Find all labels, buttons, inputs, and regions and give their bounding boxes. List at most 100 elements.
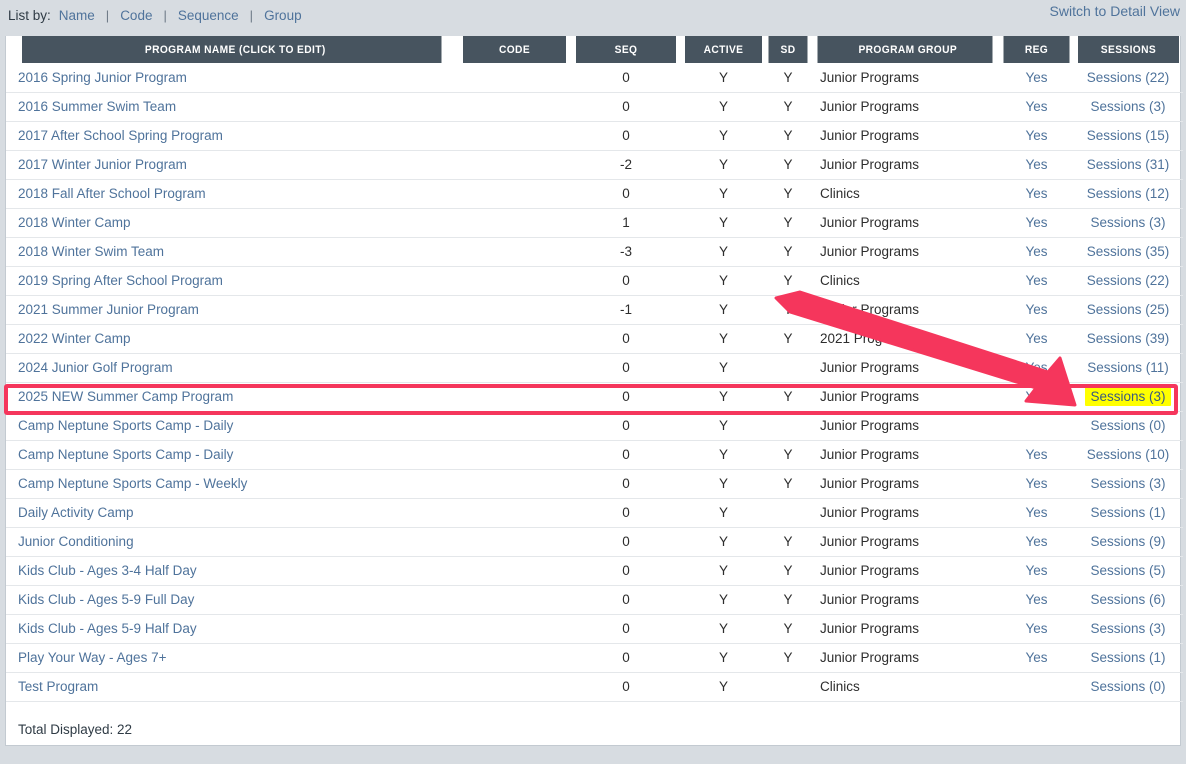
table-row[interactable]: Camp Neptune Sports Camp - Daily 0 Y Y Junio…: [6, 440, 1183, 470]
program-name-link[interactable]: Play Your Way - Ages 7+: [18, 650, 166, 665]
column-header-program-name[interactable]: PROGRAM NAME (CLICK TO EDIT): [21, 36, 444, 63]
table-row[interactable]: 2017 Winter Junior Program -2 Y Y Junior Pro…: [6, 150, 1183, 180]
column-header-sessions[interactable]: SESSIONS: [1076, 36, 1180, 63]
sessions-link[interactable]: Sessions (5): [1090, 563, 1165, 578]
sessions-link[interactable]: Sessions (12): [1087, 186, 1170, 201]
column-header-seq[interactable]: SEQ: [574, 36, 679, 63]
sessions-link[interactable]: Sessions (3): [1090, 476, 1165, 491]
reg-link[interactable]: Yes: [1025, 215, 1047, 230]
reg-link[interactable]: Yes: [1025, 563, 1047, 578]
program-name-link[interactable]: 2017 After School Spring Program: [18, 128, 223, 143]
program-name-link[interactable]: 2018 Winter Swim Team: [18, 244, 164, 259]
column-header-reg[interactable]: REG: [1002, 36, 1072, 63]
cell-code: [458, 121, 571, 151]
reg-link[interactable]: Yes: [1025, 389, 1047, 404]
reg-link[interactable]: Yes: [1025, 534, 1047, 549]
table-row[interactable]: 2016 Summer Swim Team 0 Y Y Junior Programs Y…: [6, 92, 1183, 122]
table-row[interactable]: Play Your Way - Ages 7+ 0 Y Y Junior Program…: [6, 643, 1183, 673]
program-name-link[interactable]: Kids Club - Ages 5-9 Half Day: [18, 621, 197, 636]
column-header-sd[interactable]: SD: [767, 36, 810, 63]
reg-link[interactable]: Yes: [1025, 128, 1047, 143]
sessions-link[interactable]: Sessions (31): [1087, 157, 1170, 172]
sessions-link[interactable]: Sessions (6): [1090, 592, 1165, 607]
reg-link[interactable]: Yes: [1025, 505, 1047, 520]
program-name-link[interactable]: 2019 Spring After School Program: [18, 273, 223, 288]
column-header-code[interactable]: CODE: [461, 36, 568, 63]
program-name-link[interactable]: Camp Neptune Sports Camp - Daily: [18, 447, 233, 462]
program-name-link[interactable]: 2016 Spring Junior Program: [18, 70, 187, 85]
program-name-link[interactable]: 2018 Winter Camp: [18, 215, 131, 230]
table-row[interactable]: Kids Club - Ages 3-4 Half Day 0 Y Y Junior P…: [6, 556, 1183, 586]
sessions-link[interactable]: Sessions (0): [1090, 679, 1165, 694]
sessions-link[interactable]: Sessions (9): [1090, 534, 1165, 549]
reg-link[interactable]: Yes: [1025, 447, 1047, 462]
reg-link[interactable]: Yes: [1025, 476, 1047, 491]
reg-link[interactable]: Yes: [1025, 157, 1047, 172]
list-by-sequence-link[interactable]: Sequence: [176, 8, 241, 23]
table-row[interactable]: Junior Conditioning 0 Y Y Junior Programs Yes…: [6, 527, 1183, 557]
sessions-link[interactable]: Sessions (3): [1090, 215, 1165, 230]
program-name-link[interactable]: Kids Club - Ages 5-9 Full Day: [18, 592, 194, 607]
program-name-link[interactable]: 2018 Fall After School Program: [18, 186, 206, 201]
table-row[interactable]: 2018 Winter Camp 1 Y Y Junior Programs Yes Ses…: [6, 208, 1183, 238]
sessions-link[interactable]: Sessions (22): [1087, 273, 1170, 288]
sessions-link[interactable]: Sessions (10): [1087, 447, 1170, 462]
program-name-link[interactable]: Kids Club - Ages 3-4 Half Day: [18, 563, 197, 578]
reg-link[interactable]: Yes: [1025, 186, 1047, 201]
reg-link[interactable]: Yes: [1025, 244, 1047, 259]
reg-link[interactable]: Yes: [1025, 331, 1047, 346]
program-name-link[interactable]: 2024 Junior Golf Program: [18, 360, 173, 375]
table-row[interactable]: 2019 Spring After School Program 0 Y Y Clini…: [6, 266, 1183, 296]
table-row[interactable]: 2018 Fall After School Program 0 Y Y Clinics…: [6, 179, 1183, 209]
column-header-program-group[interactable]: PROGRAM GROUP: [816, 36, 995, 63]
table-row[interactable]: 2017 After School Spring Program 0 Y Y Junio…: [6, 121, 1183, 151]
table-row[interactable]: Daily Activity Camp 0 Y Junior Programs Yes S…: [6, 498, 1183, 528]
sessions-link[interactable]: Sessions (3): [1090, 621, 1165, 636]
reg-link[interactable]: Yes: [1025, 650, 1047, 665]
program-name-link[interactable]: 2022 Winter Camp: [18, 331, 131, 346]
program-name-link[interactable]: Camp Neptune Sports Camp - Daily: [18, 418, 233, 433]
sessions-link[interactable]: Sessions (35): [1087, 244, 1170, 259]
table-row[interactable]: Camp Neptune Sports Camp - Weekly 0 Y Y Juni…: [6, 469, 1183, 499]
sessions-link[interactable]: Sessions (39): [1087, 331, 1170, 346]
sessions-link[interactable]: Sessions (1): [1090, 505, 1165, 520]
reg-link[interactable]: Yes: [1025, 99, 1047, 114]
table-row[interactable]: 2018 Winter Swim Team -3 Y Y Junior Programs…: [6, 237, 1183, 267]
sessions-link[interactable]: Sessions (11): [1087, 360, 1169, 375]
program-name-link[interactable]: Test Program: [18, 679, 98, 694]
sessions-link[interactable]: Sessions (25): [1087, 302, 1170, 317]
sessions-link[interactable]: Sessions (22): [1087, 70, 1170, 85]
table-row[interactable]: 2021 Summer Junior Program -1 Y Y Junior Pro…: [6, 295, 1183, 325]
sessions-link[interactable]: Sessions (3): [1090, 99, 1165, 114]
column-header-active[interactable]: ACTIVE: [683, 36, 764, 63]
sessions-link[interactable]: Sessions (1): [1090, 650, 1165, 665]
sessions-link[interactable]: Sessions (15): [1087, 128, 1170, 143]
table-row[interactable]: Kids Club - Ages 5-9 Half Day 0 Y Y Junior P…: [6, 614, 1183, 644]
reg-link[interactable]: Yes: [1025, 273, 1047, 288]
table-row[interactable]: Camp Neptune Sports Camp - Daily 0 Y Junior…: [6, 411, 1183, 441]
sessions-link-highlighted[interactable]: Sessions (3): [1085, 387, 1171, 406]
program-name-link[interactable]: 2016 Summer Swim Team: [18, 99, 176, 114]
program-name-link[interactable]: Daily Activity Camp: [18, 505, 134, 520]
program-name-link[interactable]: 2025 NEW Summer Camp Program: [18, 389, 233, 404]
program-name-link[interactable]: 2021 Summer Junior Program: [18, 302, 199, 317]
reg-link[interactable]: Yes: [1025, 70, 1047, 85]
reg-link[interactable]: Yes: [1025, 302, 1047, 317]
table-row[interactable]: 2022 Winter Camp 0 Y Y 2021 Prog Yes Sessions …: [6, 324, 1183, 354]
table-row[interactable]: 2016 Spring Junior Program 0 Y Y Junior Prog…: [6, 63, 1183, 93]
reg-link[interactable]: Yes: [1025, 360, 1047, 375]
sessions-link[interactable]: Sessions (0): [1090, 418, 1165, 433]
table-row[interactable]: 2025 NEW Summer Camp Program 0 Y Y Junior Pr…: [6, 382, 1183, 412]
list-by-code-link[interactable]: Code: [118, 8, 154, 23]
program-name-link[interactable]: Junior Conditioning: [18, 534, 134, 549]
switch-to-detail-view-link[interactable]: Switch to Detail View: [1050, 3, 1180, 19]
list-by-group-link[interactable]: Group: [262, 8, 304, 23]
table-row[interactable]: Kids Club - Ages 5-9 Full Day 0 Y Y Junior P…: [6, 585, 1183, 615]
table-row[interactable]: Test Program 0 Y Clinics Sessions (0): [6, 672, 1183, 702]
list-by-name-link[interactable]: Name: [57, 8, 97, 23]
program-name-link[interactable]: Camp Neptune Sports Camp - Weekly: [18, 476, 247, 491]
table-row[interactable]: 2024 Junior Golf Program 0 Y Junior Program…: [6, 353, 1183, 383]
reg-link[interactable]: Yes: [1025, 621, 1047, 636]
program-name-link[interactable]: 2017 Winter Junior Program: [18, 157, 187, 172]
reg-link[interactable]: Yes: [1025, 592, 1047, 607]
